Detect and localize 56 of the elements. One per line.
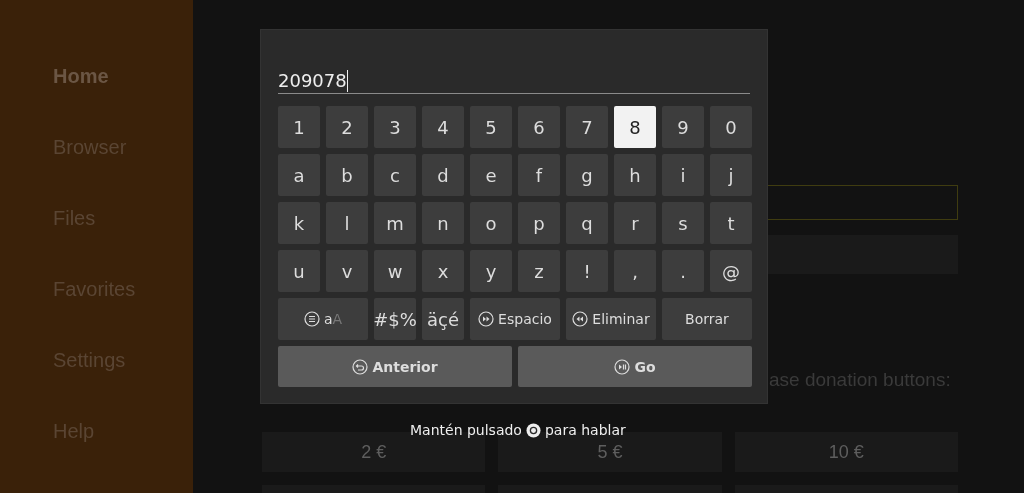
key-button[interactable]: , <box>614 250 656 292</box>
fast-forward-icon <box>478 311 495 327</box>
key-button[interactable]: w <box>374 250 416 292</box>
key-button[interactable]: @ <box>710 250 752 292</box>
key-button[interactable]: p <box>518 202 560 244</box>
key-button[interactable]: l <box>326 202 368 244</box>
key-button[interactable]: s <box>662 202 704 244</box>
key-button[interactable]: h <box>614 154 656 196</box>
key-button[interactable]: u <box>278 250 320 292</box>
key-button[interactable]: i <box>662 154 704 196</box>
key-button[interactable]: g <box>566 154 608 196</box>
voice-button-icon <box>525 422 541 438</box>
key-button[interactable]: 8 <box>614 106 656 148</box>
key-button[interactable]: k <box>278 202 320 244</box>
key-button[interactable]: 5 <box>470 106 512 148</box>
key-button[interactable]: x <box>422 250 464 292</box>
key-button[interactable]: o <box>470 202 512 244</box>
key-button[interactable]: v <box>326 250 368 292</box>
key-button[interactable]: aA <box>278 298 368 340</box>
key-button[interactable]: 0 <box>710 106 752 148</box>
rewind-icon <box>572 311 589 327</box>
key-button[interactable]: 4 <box>422 106 464 148</box>
key-button[interactable]: r <box>614 202 656 244</box>
key-button[interactable]: 6 <box>518 106 560 148</box>
key-button[interactable]: äçé <box>422 298 464 340</box>
key-button[interactable]: . <box>662 250 704 292</box>
key-button[interactable]: a <box>278 154 320 196</box>
key-button[interactable]: t <box>710 202 752 244</box>
key-button[interactable]: z <box>518 250 560 292</box>
key-button[interactable]: Espacio <box>470 298 560 340</box>
key-button[interactable]: ! <box>566 250 608 292</box>
key-button[interactable]: j <box>710 154 752 196</box>
input-text: 209078 <box>278 68 347 93</box>
key-button[interactable]: 9 <box>662 106 704 148</box>
key-button[interactable]: n <box>422 202 464 244</box>
key-button[interactable]: Go <box>518 346 752 387</box>
key-button[interactable]: b <box>326 154 368 196</box>
key-button[interactable]: m <box>374 202 416 244</box>
key-button[interactable]: f <box>518 154 560 196</box>
menu-icon <box>303 311 320 327</box>
back-icon <box>352 358 369 375</box>
key-button[interactable]: Borrar <box>662 298 752 340</box>
play-pause-icon <box>614 358 631 375</box>
key-button[interactable]: d <box>422 154 464 196</box>
key-button[interactable]: e <box>470 154 512 196</box>
key-button[interactable]: Anterior <box>278 346 512 387</box>
key-button[interactable]: c <box>374 154 416 196</box>
key-button[interactable]: q <box>566 202 608 244</box>
text-input[interactable]: 209078 <box>278 68 750 94</box>
key-button[interactable]: 3 <box>374 106 416 148</box>
key-button[interactable]: Eliminar <box>566 298 656 340</box>
key-button[interactable]: 2 <box>326 106 368 148</box>
key-button[interactable]: 1 <box>278 106 320 148</box>
key-button[interactable]: y <box>470 250 512 292</box>
key-button[interactable]: 7 <box>566 106 608 148</box>
key-button[interactable]: #$% <box>374 298 416 340</box>
